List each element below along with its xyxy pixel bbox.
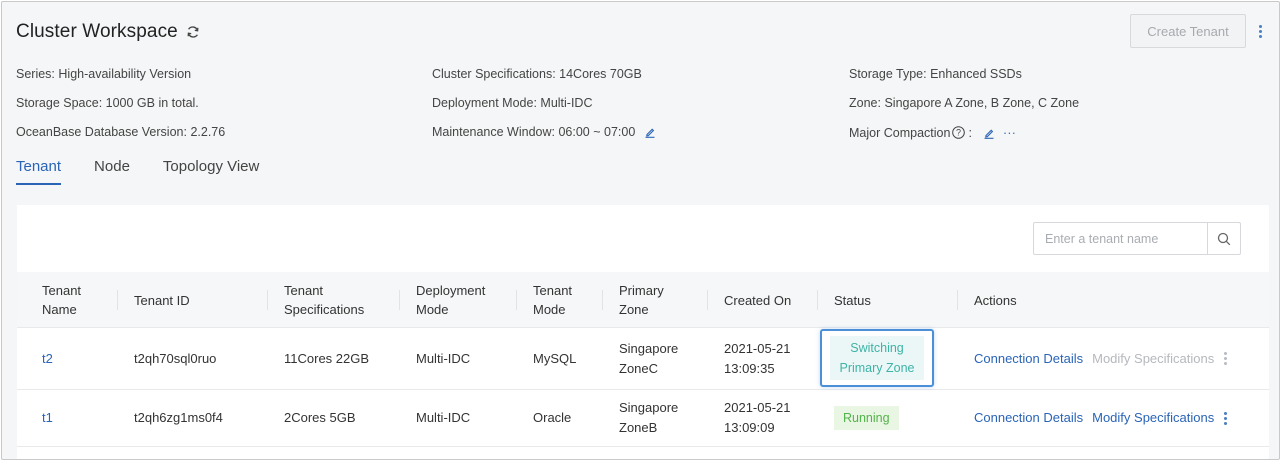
col-tenant-specs: Tenant Specifications <box>284 283 365 317</box>
col-deployment-mode: Deployment Mode <box>416 283 486 317</box>
maintenance-value: 06:00 ~ 07:00 <box>558 125 636 139</box>
deployment-mode: Multi-IDC <box>416 350 471 366</box>
info-storage-type: Storage Type: Enhanced SSDs <box>849 67 1022 81</box>
tenant-id: t2qh6zg1ms0f4 <box>134 410 223 425</box>
info-cluster-specs: Cluster Specifications: 14Cores 70GB <box>432 67 642 81</box>
primary-zone: Singapore ZoneC <box>619 340 679 376</box>
row-more-icon[interactable] <box>1224 411 1228 425</box>
connection-details-link[interactable]: Connection Details <box>974 349 1083 369</box>
col-status: Status <box>834 292 871 308</box>
deployment-label: Deployment Mode: <box>432 96 537 110</box>
search-button[interactable] <box>1207 223 1240 254</box>
series-label: Series: <box>16 67 55 81</box>
specs-value: 14Cores 70GB <box>559 67 642 81</box>
info-storage-space: Storage Space: 1000 GB in total. <box>16 96 199 110</box>
status-highlight: Switching Primary Zone <box>820 329 934 387</box>
edit-maintenance-icon[interactable] <box>644 126 656 138</box>
row-more-icon <box>1224 352 1228 365</box>
col-actions: Actions <box>974 292 1017 308</box>
tenant-search-input[interactable] <box>1034 223 1207 254</box>
status-cell: Running <box>834 390 899 446</box>
actions-cell: Connection Details Modify Specifications <box>974 328 1228 389</box>
version-value: 2.2.76 <box>190 125 226 139</box>
status-badge-switching: Switching Primary Zone <box>830 336 924 380</box>
tenant-name-link[interactable]: t2 <box>42 328 53 389</box>
zone-value: Singapore A Zone, B Zone, C Zone <box>884 96 1080 110</box>
created-on: 2021-05-21 13:09:09 <box>724 400 791 435</box>
compaction-colon: : <box>968 125 972 140</box>
version-label: OceanBase Database Version: <box>16 125 187 139</box>
help-icon[interactable]: ? <box>952 126 966 139</box>
deployment-value: Multi-IDC <box>540 96 593 110</box>
tenant-mode: MySQL <box>533 350 577 366</box>
col-tenant-mode: Tenant Mode <box>533 283 573 317</box>
info-deployment-mode: Deployment Mode: Multi-IDC <box>432 96 593 110</box>
table-header: Tenant Name Tenant ID Tenant Specification… <box>17 272 1269 328</box>
info-version: OceanBase Database Version: 2.2.76 <box>16 125 225 139</box>
zone-label: Zone: <box>849 96 881 110</box>
page-header: Cluster Workspace <box>16 21 200 43</box>
tab-topology-view[interactable]: Topology View <box>163 158 259 185</box>
deployment-mode: Multi-IDC <box>416 410 471 425</box>
cluster-workspace-panel: Cluster Workspace Create Tenant Series: … <box>1 1 1280 460</box>
specs-label: Cluster Specifications: <box>432 67 556 81</box>
series-value: High-availability Version <box>58 67 192 81</box>
edit-compaction-icon[interactable] <box>983 127 995 139</box>
maintenance-label: Maintenance Window: <box>432 125 555 139</box>
tenant-specs: 2Cores 5GB <box>284 410 356 425</box>
tab-node[interactable]: Node <box>94 158 130 185</box>
info-series: Series: High-availability Version <box>16 67 191 81</box>
compaction-more-icon[interactable]: ··· <box>1003 125 1016 140</box>
connection-details-link[interactable]: Connection Details <box>974 408 1083 428</box>
page-title: Cluster Workspace <box>16 21 178 42</box>
storage-type-label: Storage Type: <box>849 67 927 81</box>
tab-tenant[interactable]: Tenant <box>16 158 62 185</box>
primary-zone: Singapore ZoneB <box>619 400 679 435</box>
table-row: t2 t2qh70sql0ruo 11Cores 22GB Multi-IDC … <box>17 328 1269 390</box>
storage-space-label: Storage Space: <box>16 96 103 110</box>
info-zone: Zone: Singapore A Zone, B Zone, C Zone <box>849 96 1079 110</box>
svg-text:?: ? <box>956 128 961 138</box>
storage-space-value: 1000 GB in total. <box>105 96 199 110</box>
col-primary-zone: Primary Zone <box>619 283 664 317</box>
col-tenant-id: Tenant ID <box>134 292 190 308</box>
tenant-specs: 11Cores 22GB <box>284 350 370 366</box>
tab-bar: Tenant Node Topology View <box>16 158 292 185</box>
col-tenant-name: Tenant Name <box>42 283 82 317</box>
modify-specifications-link: Modify Specifications <box>1092 350 1215 366</box>
compaction-label: Major Compaction <box>849 125 951 140</box>
tenant-search <box>1033 222 1241 255</box>
col-created-on: Created On <box>724 292 792 308</box>
info-major-compaction: Major Compaction ? : ··· <box>849 125 1016 140</box>
actions-cell: Connection Details Modify Specifications <box>974 390 1228 446</box>
search-icon <box>1217 232 1231 245</box>
tenant-name-link[interactable]: t1 <box>42 390 53 446</box>
create-tenant-button[interactable]: Create Tenant <box>1130 14 1246 48</box>
tenant-id: t2qh70sql0ruo <box>134 350 217 366</box>
table-row: t1 t2qh6zg1ms0f4 2Cores 5GB Multi-IDC Or… <box>17 390 1269 447</box>
status-badge-running: Running <box>834 406 899 430</box>
refresh-icon[interactable] <box>186 25 200 39</box>
more-options-icon[interactable] <box>1254 21 1266 41</box>
created-on: 2021-05-21 13:09:35 <box>724 340 791 376</box>
modify-specifications-link[interactable]: Modify Specifications <box>1092 408 1214 428</box>
tenant-mode: Oracle <box>533 410 572 425</box>
storage-type-value: Enhanced SSDs <box>930 67 1022 81</box>
tenant-list-panel: TenantName Tenant ID TenantSpecification… <box>17 205 1269 459</box>
info-maintenance-window: Maintenance Window: 06:00 ~ 07:00 <box>432 125 656 139</box>
